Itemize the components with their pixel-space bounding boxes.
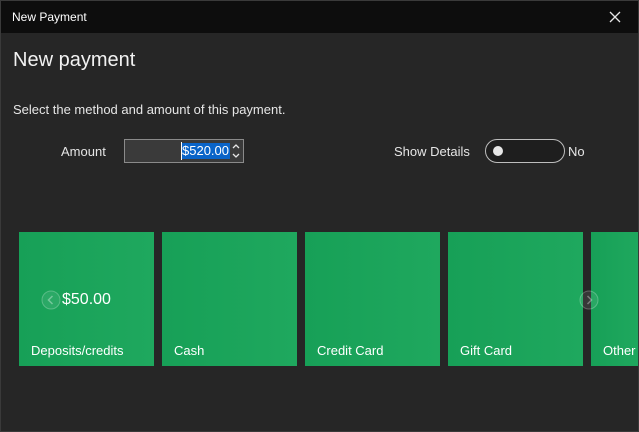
chevron-up-icon bbox=[232, 144, 240, 149]
tile-label: Gift Card bbox=[460, 343, 513, 358]
show-details-state: No bbox=[568, 144, 585, 159]
text-caret bbox=[181, 142, 182, 160]
amount-stepper[interactable] bbox=[231, 141, 241, 161]
show-details-label: Show Details bbox=[394, 144, 470, 159]
scroll-right-button[interactable] bbox=[579, 290, 599, 310]
tile-credit-card[interactable]: Credit Card bbox=[305, 232, 440, 366]
new-payment-window: New Payment New payment Select the metho… bbox=[0, 0, 639, 432]
chevron-down-icon bbox=[232, 153, 240, 158]
tile-cash[interactable]: Cash bbox=[162, 232, 297, 366]
amount-input[interactable]: $520.00 bbox=[124, 139, 244, 163]
tile-label: Deposits/credits bbox=[31, 343, 124, 358]
toggle-knob bbox=[493, 146, 503, 156]
page-description: Select the method and amount of this pay… bbox=[13, 102, 286, 117]
decrement-button[interactable] bbox=[231, 151, 241, 161]
window-title: New Payment bbox=[12, 10, 87, 24]
tile-deposits-credits[interactable]: $50.00 Deposits/credits bbox=[19, 232, 154, 366]
tile-label: Other bbox=[603, 343, 636, 358]
page-title: New payment bbox=[13, 49, 136, 71]
title-bar: New Payment bbox=[1, 1, 638, 33]
close-icon bbox=[609, 11, 621, 23]
tile-amount: $50.00 bbox=[62, 291, 111, 308]
increment-button[interactable] bbox=[231, 141, 241, 151]
scroll-left-button[interactable] bbox=[41, 290, 61, 310]
close-button[interactable] bbox=[596, 3, 634, 31]
amount-label: Amount bbox=[61, 144, 106, 159]
tile-label: Cash bbox=[174, 343, 205, 358]
amount-value[interactable]: $520.00 bbox=[181, 143, 230, 159]
chevron-left-icon bbox=[41, 290, 61, 310]
chevron-right-icon bbox=[579, 290, 599, 310]
tile-label: Credit Card bbox=[317, 343, 384, 358]
show-details-toggle[interactable] bbox=[485, 139, 565, 163]
tile-gift-card[interactable]: Gift Card bbox=[448, 232, 583, 366]
